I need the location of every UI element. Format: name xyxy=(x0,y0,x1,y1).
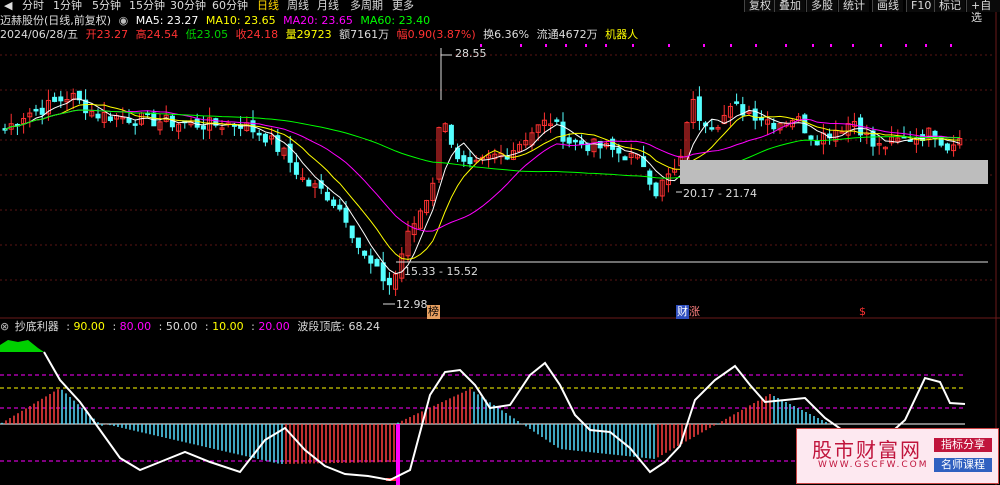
kline-chart[interactable] xyxy=(0,0,1000,485)
candle-body xyxy=(622,156,628,161)
candle-body xyxy=(331,199,337,206)
signal-tick xyxy=(632,44,634,47)
candle-body xyxy=(368,255,374,264)
candle-body xyxy=(58,96,64,102)
candle-body xyxy=(771,122,777,130)
candle-body xyxy=(306,179,312,187)
signal-tick xyxy=(925,44,927,47)
rise-badge[interactable]: 涨 xyxy=(689,305,700,319)
candle-body xyxy=(696,96,702,121)
candle-body xyxy=(194,118,200,128)
signal-tick xyxy=(565,44,567,47)
signal-tick xyxy=(668,44,670,47)
signal-tick xyxy=(852,44,854,47)
signal-tick xyxy=(605,44,607,47)
signal-tick xyxy=(730,44,732,47)
candle-body xyxy=(95,113,101,119)
candle-body xyxy=(380,262,386,282)
indicator-v3: 50.00 xyxy=(165,320,198,333)
candle-body xyxy=(814,140,820,146)
candle-body xyxy=(33,108,39,112)
candle-body xyxy=(231,124,237,127)
candle-body xyxy=(560,121,566,142)
candle-body xyxy=(39,107,45,115)
candle-body xyxy=(461,155,467,162)
candle-body xyxy=(324,191,330,201)
support-zone xyxy=(680,160,988,184)
candle-body xyxy=(293,162,299,175)
candle-body xyxy=(386,277,392,286)
candle-body xyxy=(374,259,380,267)
signal-tick xyxy=(830,44,832,47)
signal-tick xyxy=(545,44,547,47)
signal-tick xyxy=(880,44,882,47)
watermark-title: 股市财富网 xyxy=(812,438,922,462)
candle-body xyxy=(734,101,740,104)
indicator-v2: 80.00 xyxy=(119,320,152,333)
indicator-header: ⊗ 抄底利器 : 90.00 : 80.00 : 50.00 : 10.00 :… xyxy=(0,320,381,333)
indicator-close-icon[interactable]: ⊗ xyxy=(0,320,9,333)
candle-body xyxy=(467,157,473,165)
candle-body xyxy=(126,117,132,123)
signal-tick xyxy=(520,44,522,47)
share-tag[interactable]: 指标分享 xyxy=(934,438,992,452)
signal-tick xyxy=(785,44,787,47)
candle-body xyxy=(262,133,268,143)
rank-badge[interactable]: 榜 xyxy=(427,305,440,319)
box2-range-label: 20.17 - 21.74 xyxy=(683,187,757,200)
signal-tick xyxy=(905,44,907,47)
candle-body xyxy=(107,116,113,122)
watermark-url: WWW.GSCFW.COM xyxy=(818,460,929,470)
candle-body xyxy=(349,225,355,239)
box1-range-label: 15.33 - 15.52 xyxy=(404,265,478,278)
candle-body xyxy=(343,207,349,223)
candle-body xyxy=(616,147,622,154)
candle-body xyxy=(808,135,814,140)
candle-body xyxy=(758,117,764,121)
indicator-v5: 20.00 xyxy=(258,320,290,333)
candle-body xyxy=(944,143,950,151)
candle-body xyxy=(709,127,715,130)
peak-price-label: 28.55 xyxy=(455,47,487,60)
candle-body xyxy=(337,204,343,210)
dividend-badge[interactable]: $ xyxy=(859,305,866,319)
signal-tick xyxy=(950,44,952,47)
signal-tick xyxy=(585,44,587,47)
signal-tick xyxy=(703,44,705,47)
candle-body xyxy=(132,123,138,126)
signal-tick xyxy=(812,44,814,47)
candle-body xyxy=(554,119,560,122)
candle-body xyxy=(355,237,361,248)
candle-body xyxy=(610,138,616,150)
candle-body xyxy=(256,132,262,136)
candle-body xyxy=(653,182,659,197)
candle-body xyxy=(572,139,578,143)
low-price-label: 12.98 xyxy=(396,298,428,311)
candle-body xyxy=(362,250,368,256)
wave-value: 波段顶底: 68.24 xyxy=(297,320,381,333)
earnings-badge[interactable]: 财 xyxy=(676,305,689,319)
candle-body xyxy=(52,96,58,102)
green-fill xyxy=(0,340,44,352)
candle-body xyxy=(200,125,206,130)
candle-body xyxy=(566,137,572,144)
indicator-name[interactable]: 抄底利器 xyxy=(15,320,59,333)
signal-tick xyxy=(755,44,757,47)
ma5-line xyxy=(4,98,960,275)
indicator-v1: 90.00 xyxy=(73,320,105,333)
candle-body xyxy=(448,124,454,145)
course-tag[interactable]: 名师课程 xyxy=(934,458,992,472)
indicator-v4: 10.00 xyxy=(212,320,244,333)
